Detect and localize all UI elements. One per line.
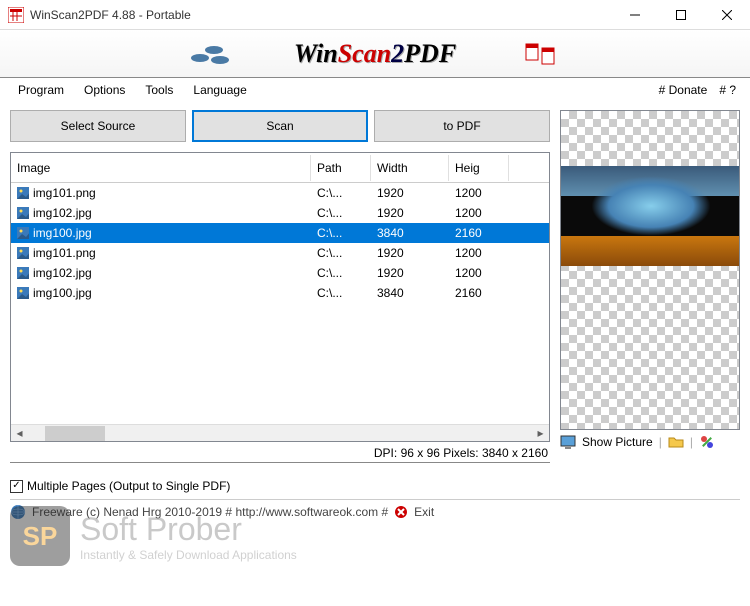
scanner-icon	[190, 38, 230, 68]
titlebar: WinScan2PDF 4.88 - Portable	[0, 0, 750, 30]
image-file-icon	[17, 207, 29, 219]
separator	[10, 462, 550, 463]
maximize-button[interactable]	[658, 0, 704, 30]
list-header: Image Path Width Heig	[11, 153, 549, 183]
image-file-icon	[17, 287, 29, 299]
folder-icon[interactable]	[668, 434, 684, 450]
table-row[interactable]: img101.pngC:\...19201200	[11, 183, 549, 203]
app-icon	[8, 7, 24, 23]
header-image[interactable]: Image	[11, 155, 311, 181]
exit-icon[interactable]	[394, 505, 408, 519]
statusbar: Freeware (c) Nenad Hrg 2010-2019 # http:…	[10, 499, 740, 524]
close-button[interactable]	[704, 0, 750, 30]
right-pane: Show Picture | |	[560, 110, 740, 469]
horizontal-scrollbar[interactable]: ◂ ▸	[11, 424, 549, 441]
globe-icon	[10, 504, 26, 520]
table-row[interactable]: img100.jpgC:\...38402160	[11, 283, 549, 303]
menu-options[interactable]: Options	[74, 79, 135, 101]
header-height[interactable]: Heig	[449, 155, 509, 181]
scroll-thumb[interactable]	[45, 426, 105, 441]
menu-donate[interactable]: # Donate	[653, 79, 714, 101]
left-pane: Select Source Scan to PDF Image Path Wid…	[10, 110, 550, 469]
footer-text: Freeware (c) Nenad Hrg 2010-2019 # http:…	[32, 505, 388, 519]
table-row[interactable]: img102.jpgC:\...19201200	[11, 203, 549, 223]
image-file-icon	[17, 227, 29, 239]
window-controls	[612, 0, 750, 30]
tools-icon[interactable]	[699, 434, 715, 450]
banner: WinScan2PDF	[0, 30, 750, 78]
exit-link[interactable]: Exit	[414, 505, 434, 519]
minimize-button[interactable]	[612, 0, 658, 30]
multiple-pages-row: ✓ Multiple Pages (Output to Single PDF)	[10, 473, 740, 499]
banner-title: WinScan2PDF	[294, 39, 456, 69]
table-row[interactable]: img102.jpgC:\...19201200	[11, 263, 549, 283]
preview-image	[561, 166, 739, 266]
scroll-left-icon[interactable]: ◂	[11, 425, 28, 442]
header-width[interactable]: Width	[371, 155, 449, 181]
monitor-icon[interactable]	[560, 434, 576, 450]
multiple-pages-label: Multiple Pages (Output to Single PDF)	[27, 479, 230, 493]
list-body[interactable]: img101.pngC:\...19201200img102.jpgC:\...…	[11, 183, 549, 424]
bottom-area: ✓ Multiple Pages (Output to Single PDF) …	[0, 469, 750, 530]
dpi-status: DPI: 96 x 96 Pixels: 3840 x 2160	[10, 442, 550, 462]
menu-language[interactable]: Language	[183, 79, 256, 101]
multiple-pages-checkbox[interactable]: ✓	[10, 480, 23, 493]
menu-tools[interactable]: Tools	[135, 79, 183, 101]
action-button-row: Select Source Scan to PDF	[10, 110, 550, 142]
image-file-icon	[17, 267, 29, 279]
watermark-subtitle: Instantly & Safely Download Applications	[80, 548, 297, 562]
image-list[interactable]: Image Path Width Heig img101.pngC:\...19…	[10, 152, 550, 442]
to-pdf-button[interactable]: to PDF	[374, 110, 550, 142]
scan-button[interactable]: Scan	[192, 110, 368, 142]
pdf-icon	[524, 42, 560, 66]
table-row[interactable]: img100.jpgC:\...38402160	[11, 223, 549, 243]
scroll-right-icon[interactable]: ▸	[532, 425, 549, 442]
preview-toolbar: Show Picture | |	[560, 430, 740, 450]
select-source-button[interactable]: Select Source	[10, 110, 186, 142]
preview-area	[560, 110, 740, 430]
table-row[interactable]: img101.pngC:\...19201200	[11, 243, 549, 263]
image-file-icon	[17, 247, 29, 259]
content-area: Select Source Scan to PDF Image Path Wid…	[0, 102, 750, 469]
menu-help[interactable]: # ?	[713, 79, 742, 101]
image-file-icon	[17, 187, 29, 199]
window-title: WinScan2PDF 4.88 - Portable	[30, 8, 612, 22]
menubar: Program Options Tools Language # Donate …	[0, 78, 750, 102]
header-path[interactable]: Path	[311, 155, 371, 181]
show-picture-link[interactable]: Show Picture	[582, 435, 653, 449]
menu-program[interactable]: Program	[8, 79, 74, 101]
